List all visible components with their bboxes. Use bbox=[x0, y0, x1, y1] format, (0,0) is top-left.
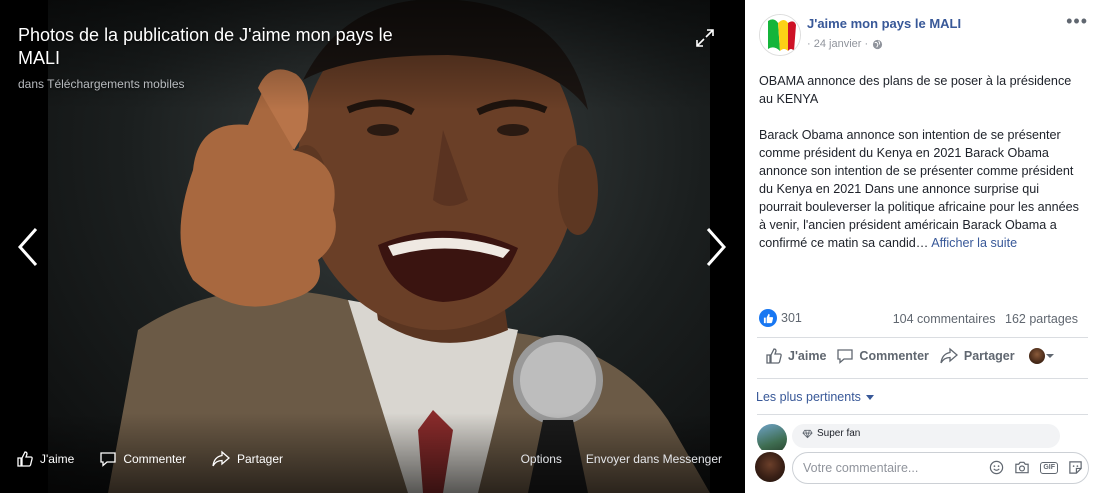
thumbs-up-icon bbox=[766, 348, 782, 364]
viewer-share-button[interactable]: Partager bbox=[211, 450, 283, 468]
viewer-title: Photos de la publication de J'aime mon p… bbox=[18, 25, 393, 68]
divider bbox=[757, 414, 1088, 415]
page-avatar[interactable] bbox=[759, 14, 801, 56]
share-icon bbox=[940, 347, 958, 364]
likes-count: 301 bbox=[781, 311, 802, 325]
divider bbox=[757, 337, 1088, 338]
viewer-actions: J'aime Commenter Partager bbox=[16, 449, 308, 469]
post-text: OBAMA annonce des plans de se poser à la… bbox=[759, 72, 1085, 270]
avatar bbox=[755, 452, 785, 482]
thumbs-up-icon bbox=[17, 451, 33, 467]
shares-count[interactable]: 162 partages bbox=[1005, 312, 1078, 326]
post-body-text: Barack Obama annonce son intention de se… bbox=[759, 128, 1079, 250]
viewer-comment-button[interactable]: Commenter bbox=[99, 450, 186, 468]
viewer-like-label: J'aime bbox=[40, 452, 75, 466]
comment-sort-dropdown[interactable]: Les plus pertinents bbox=[756, 390, 874, 404]
post-body: Barack Obama annonce son intention de se… bbox=[759, 126, 1085, 252]
super-fan-label: Super fan bbox=[817, 428, 861, 439]
share-button[interactable]: Partager bbox=[939, 347, 1015, 365]
camera-icon[interactable] bbox=[1014, 460, 1030, 475]
options-button[interactable]: Options bbox=[521, 452, 562, 466]
engagement-counts: 104 commentaires 162 partages bbox=[887, 312, 1078, 326]
post-actions: J'aime Commenter Partager bbox=[765, 347, 1055, 365]
comment-button[interactable]: Commenter bbox=[836, 347, 929, 365]
share-label: Partager bbox=[963, 349, 1015, 363]
comment-icon bbox=[100, 452, 116, 467]
viewer-like-button[interactable]: J'aime bbox=[16, 450, 74, 468]
viewer-right-actions: Options Envoyer dans Messenger bbox=[497, 452, 722, 466]
comment-composer: GIF bbox=[755, 450, 1095, 484]
divider bbox=[757, 378, 1088, 379]
gif-label: GIF bbox=[1040, 461, 1058, 474]
post-meta: · 24 janvier · bbox=[807, 38, 883, 50]
viewer-album[interactable]: dans Téléchargements mobiles bbox=[18, 77, 185, 91]
post-date[interactable]: · 24 janvier · bbox=[807, 38, 868, 50]
comment-icon bbox=[837, 349, 854, 364]
more-options-icon[interactable]: ••• bbox=[1066, 12, 1088, 30]
avatar bbox=[1028, 348, 1045, 364]
comment-label: Commenter bbox=[859, 349, 929, 363]
comment-bubble: Super fan bbox=[792, 424, 1060, 448]
diamond-icon bbox=[802, 429, 813, 438]
comment-sort-label: Les plus pertinents bbox=[756, 390, 861, 404]
gif-icon[interactable]: GIF bbox=[1040, 461, 1058, 474]
expand-icon[interactable] bbox=[694, 27, 716, 49]
post-panel: J'aime mon pays le MALI · 24 janvier · •… bbox=[745, 0, 1100, 493]
photo-viewer: Photos de la publication de J'aime mon p… bbox=[0, 0, 745, 493]
super-fan-badge: Super fan bbox=[802, 428, 1050, 439]
like-button[interactable]: J'aime bbox=[765, 347, 826, 365]
sticker-icon[interactable] bbox=[1068, 460, 1083, 475]
reaction-summary[interactable]: 301 bbox=[759, 309, 802, 327]
post-header: J'aime mon pays le MALI · 24 janvier · bbox=[759, 14, 961, 56]
like-label: J'aime bbox=[788, 349, 827, 363]
globe-icon[interactable] bbox=[872, 39, 883, 50]
chevron-right-icon[interactable] bbox=[700, 225, 730, 269]
page-name-link[interactable]: J'aime mon pays le MALI bbox=[807, 16, 961, 31]
chevron-down-icon bbox=[1045, 354, 1054, 358]
send-messenger-button[interactable]: Envoyer dans Messenger bbox=[586, 452, 722, 466]
mali-flag-logo bbox=[760, 15, 800, 55]
viewer-comment-label: Commenter bbox=[123, 452, 186, 466]
viewer-share-label: Partager bbox=[237, 452, 284, 466]
comments-count[interactable]: 104 commentaires bbox=[893, 312, 996, 326]
caret-down-icon bbox=[865, 394, 874, 400]
composer-icons: GIF bbox=[979, 460, 1083, 475]
like-reaction-icon bbox=[759, 309, 777, 327]
emoji-icon[interactable] bbox=[989, 460, 1004, 475]
post-headline: OBAMA annonce des plans de se poser à la… bbox=[759, 74, 1072, 106]
chevron-left-icon[interactable] bbox=[14, 225, 44, 269]
see-more-link[interactable]: Afficher la suite bbox=[931, 236, 1017, 250]
post-as-selector[interactable] bbox=[1028, 348, 1055, 364]
share-icon bbox=[212, 450, 230, 467]
